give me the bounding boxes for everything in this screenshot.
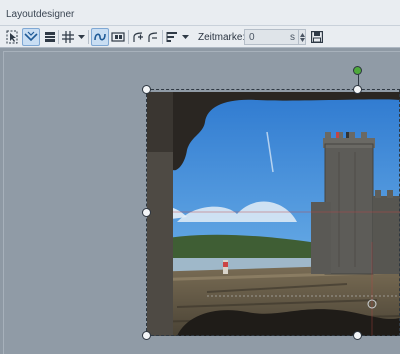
zeitmarke-spinner[interactable] xyxy=(298,30,305,44)
resize-handle-middle-left[interactable] xyxy=(142,208,151,217)
window-title: Layoutdesigner xyxy=(6,9,75,20)
resize-handle-bottom-center[interactable] xyxy=(353,331,362,340)
zeitmarke-unit: s xyxy=(290,31,295,43)
hand-down-icon[interactable] xyxy=(22,28,40,46)
grid-icon[interactable] xyxy=(61,28,75,46)
camera-keyframe-icon[interactable] xyxy=(110,28,126,46)
keyframe-curve-icon[interactable] xyxy=(146,28,160,46)
keyframe-add-icon[interactable] xyxy=(131,28,145,46)
save-icon[interactable] xyxy=(310,28,324,46)
curve-path-icon[interactable] xyxy=(91,28,109,46)
align-icon[interactable] xyxy=(165,28,179,46)
layers-icon[interactable] xyxy=(42,28,58,46)
dropdown-arrow-icon[interactable] xyxy=(76,28,86,46)
rotation-handle[interactable] xyxy=(353,66,362,75)
align-dropdown-icon[interactable] xyxy=(180,28,190,46)
resize-handle-top-left[interactable] xyxy=(142,85,151,94)
zeitmarke-input[interactable]: 0 s xyxy=(244,29,306,45)
resize-handle-bottom-left[interactable] xyxy=(142,331,151,340)
select-tool-icon[interactable] xyxy=(4,28,20,46)
resize-handle-top-center[interactable] xyxy=(353,85,362,94)
title-bar: Layoutdesigner xyxy=(0,0,400,26)
zeitmarke-label: Zeitmarke: xyxy=(198,32,246,43)
selection-frame[interactable] xyxy=(146,89,400,336)
toolbar: Zeitmarke: 0 s xyxy=(0,26,400,48)
zeitmarke-value[interactable]: 0 xyxy=(249,32,290,43)
